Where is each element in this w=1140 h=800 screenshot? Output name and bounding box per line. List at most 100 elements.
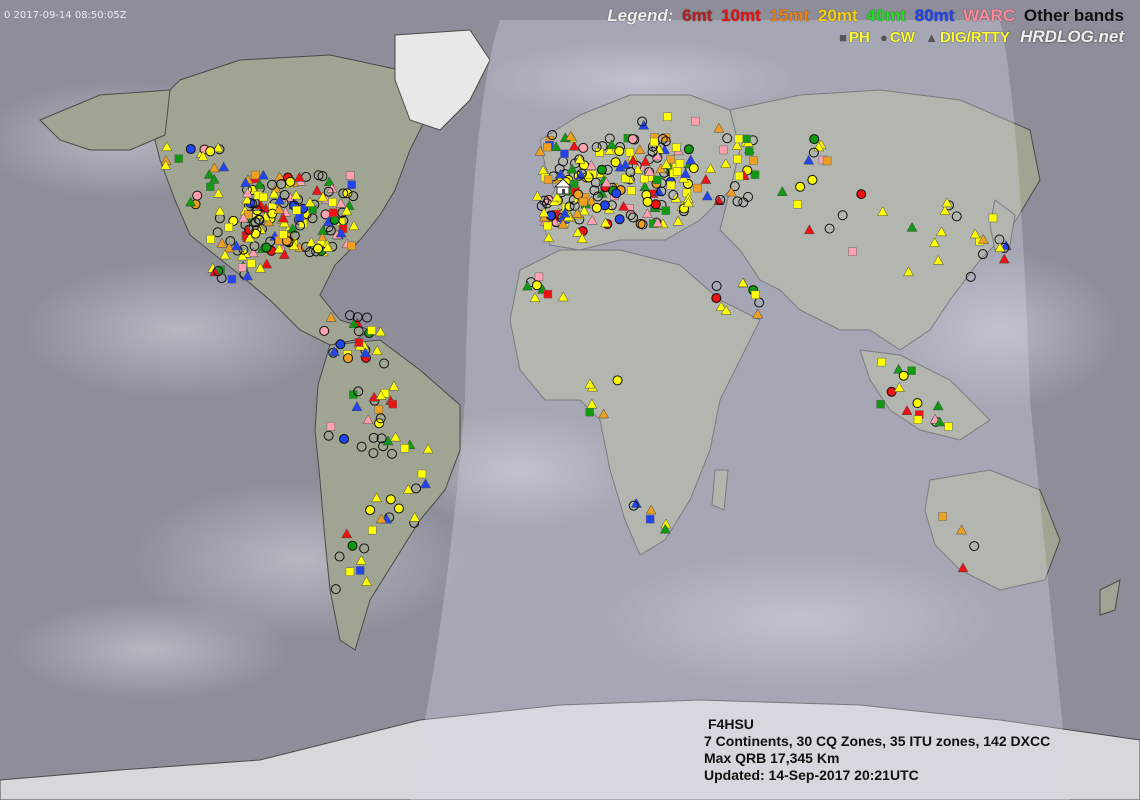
- ph-contact-marker: [246, 259, 256, 268]
- coverage-summary: 7 Continents, 30 CQ Zones, 35 ITU zones,…: [704, 733, 1051, 749]
- map-canvas: [0, 0, 1140, 800]
- legend-mode-dig: ▲ DIG/RTTY: [925, 29, 1010, 46]
- ph-contact-marker: [534, 272, 544, 282]
- ph-contact-marker: [650, 137, 659, 147]
- ph-contact-marker: [259, 192, 268, 202]
- ph-contact-marker: [848, 247, 857, 256]
- brand-logo[interactable]: HRDLOG.net: [1020, 27, 1124, 46]
- band-legend: Legend: 6mt 10mt 15mt 20mt 40mt 80mt WAR…: [603, 6, 1124, 26]
- ph-contact-marker: [734, 171, 744, 181]
- cw-contact-marker: [573, 189, 584, 200]
- cw-contact-marker: [192, 190, 203, 201]
- ph-contact-marker: [585, 407, 594, 417]
- ph-contact-marker: [388, 399, 398, 409]
- ph-contact-marker: [913, 415, 923, 424]
- ph-contact-marker: [876, 400, 885, 409]
- legend-title: Legend:: [607, 6, 674, 25]
- cw-contact-marker: [596, 164, 607, 175]
- ph-contact-marker: [570, 179, 579, 189]
- legend-mode-ph: ■ PH: [839, 29, 870, 46]
- ph-contact-marker: [627, 186, 636, 195]
- cw-contact-marker: [313, 243, 324, 254]
- ph-contact-marker: [355, 566, 365, 575]
- legend-band-20mt: 20mt: [817, 6, 858, 25]
- cw-contact-marker: [185, 144, 196, 155]
- ph-contact-marker: [374, 405, 383, 414]
- legend-band-6mt: 6mt: [682, 6, 713, 25]
- ph-contact-marker: [238, 263, 247, 272]
- cw-contact-marker: [650, 199, 661, 210]
- cw-contact-marker: [393, 503, 404, 514]
- mode-legend: ■ PH ● CW ▲ DIG/RTTY HRDLOG.net: [603, 27, 1124, 47]
- cw-contact-marker: [339, 433, 350, 444]
- circle-icon: ●: [880, 30, 888, 45]
- updated-time: Updated: 14-Sep-2017 20:21UTC: [704, 767, 919, 783]
- ph-contact-marker: [625, 148, 635, 157]
- cw-contact-marker: [261, 242, 272, 253]
- ph-contact-marker: [693, 183, 702, 193]
- ph-contact-marker: [417, 469, 427, 479]
- cw-contact-marker: [347, 540, 358, 551]
- ph-contact-marker: [354, 338, 364, 347]
- ph-contact-marker: [345, 171, 355, 180]
- ph-contact-marker: [347, 241, 356, 251]
- ph-contact-marker: [400, 444, 410, 453]
- ph-contact-marker: [279, 230, 288, 239]
- cw-contact-marker: [205, 146, 216, 157]
- ph-contact-marker: [206, 234, 215, 244]
- ph-contact-marker: [750, 170, 760, 179]
- map-legend: Legend: 6mt 10mt 15mt 20mt 40mt 80mt WAR…: [603, 6, 1124, 47]
- ph-contact-marker: [328, 198, 337, 207]
- cw-contact-marker: [612, 375, 623, 386]
- ph-contact-marker: [295, 213, 304, 222]
- ph-contact-marker: [224, 222, 234, 232]
- ph-contact-marker: [595, 148, 604, 157]
- ph-contact-marker: [345, 567, 355, 577]
- ph-contact-marker: [227, 274, 237, 284]
- callsign: F4HSU: [708, 716, 754, 732]
- ph-contact-marker: [938, 512, 947, 521]
- ph-contact-marker: [578, 197, 588, 207]
- ph-contact-marker: [672, 143, 681, 152]
- triangle-icon: ▲: [925, 30, 938, 45]
- cw-contact-marker: [335, 339, 346, 350]
- ph-contact-marker: [640, 174, 649, 184]
- ph-contact-marker: [543, 221, 553, 231]
- ph-contact-marker: [250, 170, 260, 180]
- cw-contact-marker: [912, 398, 923, 409]
- ph-contact-marker: [652, 175, 662, 185]
- cw-contact-marker: [809, 134, 820, 145]
- map-timestamp: 0 2017-09-14 08:50:05Z: [4, 10, 127, 21]
- ph-contact-marker: [326, 422, 336, 431]
- cw-contact-marker: [642, 196, 653, 207]
- ph-contact-marker: [690, 116, 700, 126]
- ph-contact-marker: [347, 180, 356, 189]
- ph-contact-marker: [751, 290, 760, 300]
- legend-mode-cw: ● CW: [880, 29, 915, 46]
- cw-contact-marker: [898, 370, 909, 381]
- cw-contact-marker: [285, 176, 296, 187]
- cw-contact-marker: [578, 142, 589, 153]
- ph-contact-marker: [543, 175, 553, 184]
- legend-band-10mt: 10mt: [721, 6, 761, 25]
- legend-band-40mt: 40mt: [866, 6, 907, 25]
- ph-contact-marker: [822, 156, 832, 166]
- cw-contact-marker: [683, 144, 694, 155]
- cw-contact-marker: [319, 325, 330, 336]
- cw-contact-marker: [688, 163, 699, 174]
- ph-contact-marker: [675, 159, 685, 168]
- ph-contact-marker: [560, 149, 569, 159]
- cw-contact-marker: [856, 189, 867, 200]
- ph-contact-marker: [645, 514, 655, 524]
- ph-contact-marker: [718, 145, 728, 155]
- log-stats: F4HSU 7 Continents, 30 CQ Zones, 35 ITU …: [704, 716, 1050, 784]
- legend-band-other: Other bands: [1023, 6, 1124, 25]
- legend-band-80mt: 80mt: [914, 6, 955, 25]
- ph-contact-marker: [988, 213, 998, 223]
- cw-contact-marker: [711, 293, 722, 304]
- cw-contact-marker: [591, 202, 602, 213]
- ph-contact-marker: [661, 206, 671, 215]
- ph-contact-marker: [368, 525, 377, 535]
- ph-contact-marker: [749, 156, 758, 165]
- ph-contact-marker: [734, 134, 743, 144]
